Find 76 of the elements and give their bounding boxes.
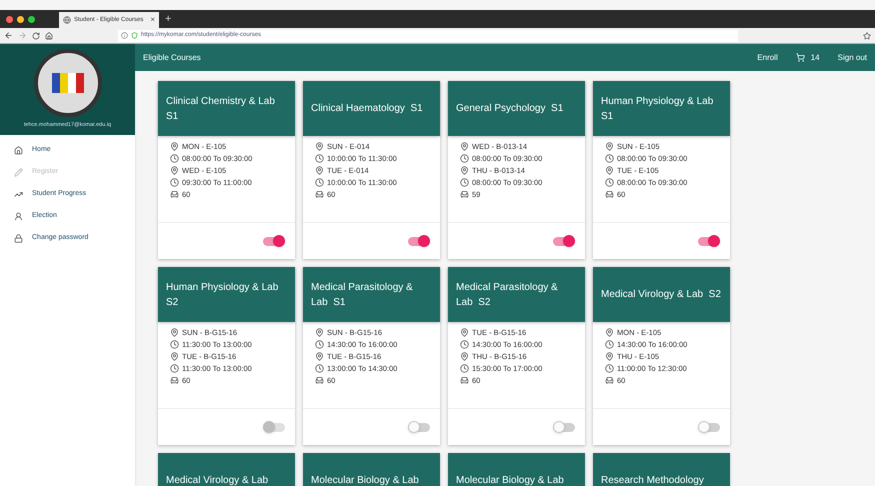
clock-icon: [605, 340, 614, 349]
clock-icon: [170, 154, 179, 163]
map-pin-icon: [605, 328, 614, 337]
back-icon[interactable]: [4, 31, 13, 40]
toggle-switch[interactable]: [553, 422, 575, 432]
course-title: Medical Virology & Lab: [166, 474, 268, 486]
clock-icon: [605, 154, 614, 163]
clock-icon: [170, 364, 179, 373]
seat-icon: [605, 190, 614, 199]
clock-icon: [315, 340, 324, 349]
toggle-switch[interactable]: [698, 236, 720, 246]
home-icon: [14, 146, 23, 155]
page-title: Eligible Courses: [143, 52, 201, 64]
course-title: Medical Parasitology & Lab S1: [311, 280, 414, 310]
seat-icon: [315, 190, 324, 199]
toggle-switch[interactable]: [553, 236, 575, 246]
reload-icon[interactable]: [32, 32, 40, 40]
course-title: Molecular Biology & Lab: [311, 474, 419, 486]
course-title: Medical Virology & Lab S2: [601, 288, 721, 302]
map-pin-icon: [460, 352, 469, 361]
map-pin-icon: [170, 166, 179, 175]
course-title: Human Physiology & Lab S1: [601, 94, 714, 124]
seat-icon: [315, 376, 324, 385]
map-pin-icon: [605, 352, 614, 361]
course-title: General Psychology S1: [456, 102, 564, 116]
person-icon: [14, 212, 23, 221]
clock-icon: [315, 178, 324, 187]
clock-icon: [460, 154, 469, 163]
pencil-icon: [14, 168, 23, 177]
map-pin-icon: [315, 352, 324, 361]
clock-icon: [315, 154, 324, 163]
map-pin-icon: [315, 166, 324, 175]
map-pin-icon: [170, 142, 179, 151]
course-title: Molecular Biology & Lab: [456, 474, 564, 486]
enroll-button[interactable]: Enroll: [757, 52, 778, 64]
home-icon[interactable]: [45, 32, 53, 40]
map-pin-icon: [170, 352, 179, 361]
course-title: Medical Parasitology & Lab S2: [456, 280, 559, 310]
map-pin-icon: [315, 328, 324, 337]
sign-out-button[interactable]: Sign out: [838, 52, 867, 64]
seat-icon: [605, 376, 614, 385]
clock-icon: [460, 364, 469, 373]
course-title: Clinical Chemistry & Lab S1: [166, 94, 276, 124]
course-title: Human Physiology & Lab S2: [166, 280, 280, 310]
clock-icon: [605, 178, 614, 187]
trend-line-icon: [14, 190, 23, 199]
map-pin-icon: [605, 166, 614, 175]
map-pin-icon: [170, 328, 179, 337]
clock-icon: [460, 340, 469, 349]
new-tab-button[interactable]: +: [165, 10, 172, 28]
toggle-switch[interactable]: [408, 422, 430, 432]
clock-icon: [170, 178, 179, 187]
map-pin-icon: [315, 142, 324, 151]
clock-icon: [460, 178, 469, 187]
course-title: Clinical Haematology S1: [311, 102, 423, 116]
clock-icon: [315, 364, 324, 373]
toggle-switch[interactable]: [698, 422, 720, 432]
map-pin-icon: [605, 142, 614, 151]
map-pin-icon: [460, 328, 469, 337]
course-title: Research Methodology: [601, 474, 704, 486]
toggle-switch[interactable]: [408, 236, 430, 246]
seat-icon: [460, 190, 469, 199]
seat-icon: [170, 190, 179, 199]
info-icon: [121, 32, 128, 39]
globe-icon: [63, 16, 71, 24]
cart-icon[interactable]: [796, 53, 805, 62]
bookmark-star-icon[interactable]: [863, 32, 871, 40]
clock-icon: [605, 364, 614, 373]
cart-count: 14: [810, 52, 820, 64]
clock-icon: [170, 340, 179, 349]
close-icon[interactable]: ×: [150, 14, 155, 26]
map-pin-icon: [460, 166, 469, 175]
seat-icon: [170, 376, 179, 385]
map-pin-icon: [460, 142, 469, 151]
toggle-switch[interactable]: [263, 236, 285, 246]
seat-icon: [460, 376, 469, 385]
